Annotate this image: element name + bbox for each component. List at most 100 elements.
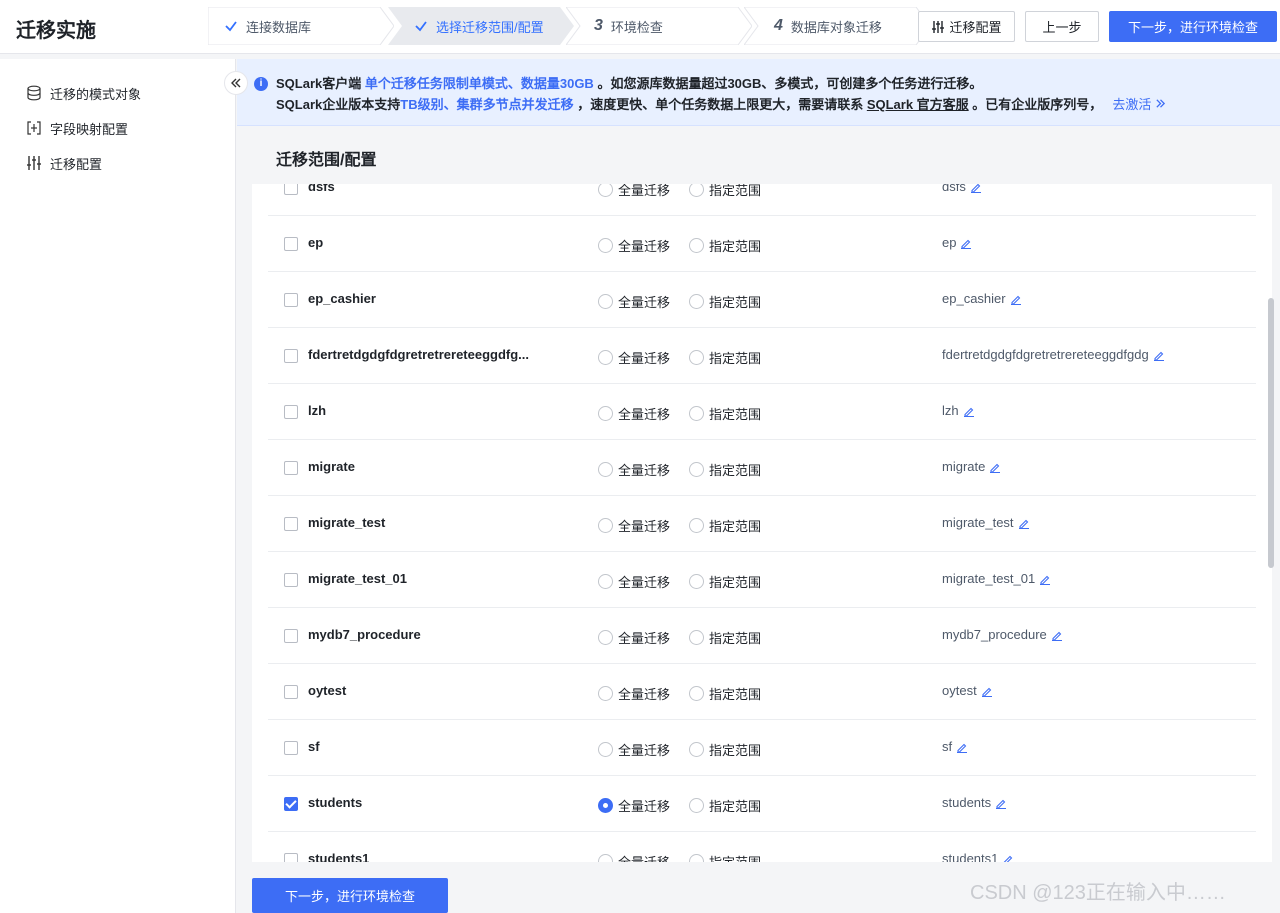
radio-range-migration[interactable]: 指定范围 xyxy=(689,852,761,862)
radio-range-migration[interactable]: 指定范围 xyxy=(689,740,761,759)
radio-full-migration[interactable]: 全量迁移 xyxy=(598,460,670,479)
radio-label: 指定范围 xyxy=(709,463,762,478)
row-checkbox[interactable] xyxy=(284,349,298,363)
radio-full-migration[interactable]: 全量迁移 xyxy=(598,852,670,862)
migration-config-button[interactable]: 迁移配置 xyxy=(918,11,1015,42)
target-schema-name: migrate xyxy=(942,459,986,474)
target-schema-name: oytest xyxy=(942,683,977,698)
radio-full-migration[interactable]: 全量迁移 xyxy=(598,184,670,199)
edit-icon[interactable] xyxy=(970,184,982,193)
edit-icon[interactable] xyxy=(1153,349,1165,361)
edit-icon[interactable] xyxy=(1051,629,1063,641)
schema-name: oytest xyxy=(308,683,347,698)
field-mapping-icon xyxy=(27,121,41,135)
info-icon: i xyxy=(254,77,268,91)
radio-full-migration[interactable]: 全量迁移 xyxy=(598,572,670,591)
schema-name: dsfs xyxy=(308,184,335,194)
step-object-migration[interactable]: 4 数据库对象迁移 xyxy=(744,7,930,45)
row-checkbox[interactable] xyxy=(284,573,298,587)
edit-icon[interactable] xyxy=(989,461,1001,473)
radio-full-migration[interactable]: 全量迁移 xyxy=(598,628,670,647)
row-checkbox[interactable] xyxy=(284,405,298,419)
notice-highlight: 单个迁移任务限制单模式、数据量30GB xyxy=(364,76,594,91)
radio-dot xyxy=(689,854,704,862)
schema-name: students xyxy=(308,795,363,810)
row-checkbox[interactable] xyxy=(284,853,298,862)
edit-icon[interactable] xyxy=(1018,517,1030,529)
radio-range-migration[interactable]: 指定范围 xyxy=(689,236,761,255)
table-row: lzh 全量迁移 指定范围 lzh xyxy=(268,384,1256,440)
sidebar-item-migration-config[interactable]: 迁移配置 xyxy=(26,152,102,174)
target-schema-name: students xyxy=(942,795,992,810)
radio-range-migration[interactable]: 指定范围 xyxy=(689,628,761,647)
bottom-next-step-button[interactable]: 下一步，进行环境检查 xyxy=(252,878,448,913)
radio-range-migration[interactable]: 指定范围 xyxy=(689,404,761,423)
radio-full-migration[interactable]: 全量迁移 xyxy=(598,292,670,311)
radio-range-migration[interactable]: 指定范围 xyxy=(689,516,761,535)
edit-icon[interactable] xyxy=(1010,293,1022,305)
radio-dot xyxy=(689,686,704,701)
row-checkbox[interactable] xyxy=(284,237,298,251)
radio-dot xyxy=(598,294,613,309)
step-label: 环境检查 xyxy=(610,19,663,35)
radio-range-migration[interactable]: 指定范围 xyxy=(689,684,761,703)
target-schema-name: mydb7_procedure xyxy=(942,627,1047,642)
radio-full-migration[interactable]: 全量迁移 xyxy=(598,796,670,815)
edit-icon[interactable] xyxy=(963,405,975,417)
step-env-check[interactable]: 3 环境检查 xyxy=(566,7,752,45)
radio-full-migration[interactable]: 全量迁移 xyxy=(598,684,670,703)
step-connect-db[interactable]: 连接数据库 xyxy=(208,7,394,45)
notice-text: 。如您源库数据量超过30GB、多模式，可创建多个任务进行迁移。 xyxy=(593,76,983,91)
target-schema: ep_cashier xyxy=(942,291,1022,306)
edit-icon[interactable] xyxy=(956,741,968,753)
radio-full-migration[interactable]: 全量迁移 xyxy=(598,740,670,759)
radio-range-migration[interactable]: 指定范围 xyxy=(689,572,761,591)
collapse-sidebar-button[interactable] xyxy=(224,71,248,95)
row-checkbox[interactable] xyxy=(284,797,298,811)
activate-link[interactable]: 去激活 xyxy=(1112,97,1166,112)
schema-name: migrate_test_01 xyxy=(308,571,407,586)
target-schema-name: sf xyxy=(942,739,953,754)
row-checkbox[interactable] xyxy=(284,184,298,195)
radio-dot xyxy=(689,462,704,477)
prev-step-button[interactable]: 上一步 xyxy=(1025,11,1099,42)
edit-icon[interactable] xyxy=(981,685,993,697)
radio-label: 全量迁移 xyxy=(618,463,671,478)
schema-name: migrate_test xyxy=(308,515,386,530)
notice-text: 。已有企业版序列号， xyxy=(968,97,1103,112)
target-schema: sf xyxy=(942,739,968,754)
radio-dot xyxy=(689,406,704,421)
radio-range-migration[interactable]: 指定范围 xyxy=(689,348,761,367)
radio-range-migration[interactable]: 指定范围 xyxy=(689,292,761,311)
row-checkbox[interactable] xyxy=(284,685,298,699)
row-checkbox[interactable] xyxy=(284,517,298,531)
table-row: ep_cashier 全量迁移 指定范围 ep_cashier xyxy=(268,272,1256,328)
row-checkbox[interactable] xyxy=(284,629,298,643)
edit-icon[interactable] xyxy=(1002,853,1014,863)
radio-range-migration[interactable]: 指定范围 xyxy=(689,184,761,199)
sidebar-item-schema-objects[interactable]: 迁移的模式对象 xyxy=(26,82,141,104)
radio-full-migration[interactable]: 全量迁移 xyxy=(598,236,670,255)
radio-range-migration[interactable]: 指定范围 xyxy=(689,460,761,479)
notice-text: SQLark客户端 xyxy=(276,76,365,91)
radio-label: 指定范围 xyxy=(709,519,762,534)
radio-full-migration[interactable]: 全量迁移 xyxy=(598,348,670,367)
row-checkbox[interactable] xyxy=(284,293,298,307)
radio-full-migration[interactable]: 全量迁移 xyxy=(598,404,670,423)
schema-name: lzh xyxy=(308,403,327,418)
radio-label: 指定范围 xyxy=(709,799,762,814)
edit-icon[interactable] xyxy=(995,797,1007,809)
edit-icon[interactable] xyxy=(1039,573,1051,585)
row-checkbox[interactable] xyxy=(284,741,298,755)
radio-full-migration[interactable]: 全量迁移 xyxy=(598,516,670,535)
radio-range-migration[interactable]: 指定范围 xyxy=(689,796,761,815)
edit-icon[interactable] xyxy=(960,237,972,249)
official-support-link[interactable]: SQLark 官方客服 xyxy=(867,97,969,112)
scrollbar[interactable] xyxy=(1268,298,1274,568)
step-select-scope[interactable]: 选择迁移范围/配置 xyxy=(388,7,574,45)
radio-dot xyxy=(689,294,704,309)
row-checkbox[interactable] xyxy=(284,461,298,475)
radio-dot xyxy=(598,184,613,197)
next-step-button[interactable]: 下一步，进行环境检查 xyxy=(1109,11,1277,42)
sidebar-item-field-mapping[interactable]: 字段映射配置 xyxy=(26,117,128,139)
